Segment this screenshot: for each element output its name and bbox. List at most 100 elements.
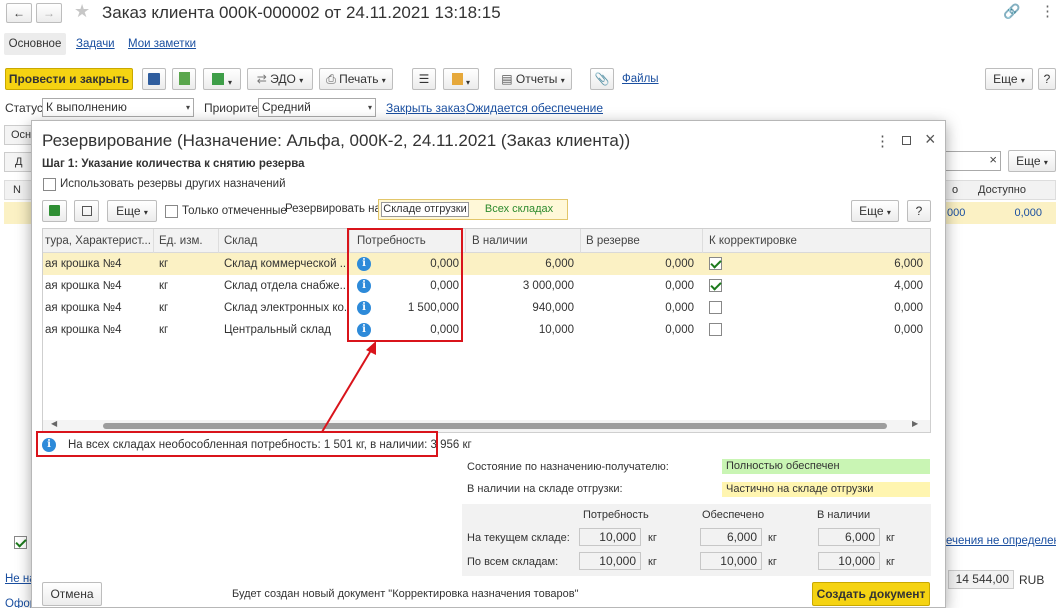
cell-item: ая крошка №4	[45, 258, 122, 270]
correct-checkbox[interactable]	[709, 301, 722, 314]
edo-button[interactable]: ⇄ ЭДО ▾	[247, 68, 313, 90]
reports-icon: ▤	[501, 72, 513, 86]
info-icon[interactable]: i	[357, 301, 371, 315]
check-all-button[interactable]	[42, 200, 67, 222]
bg-highlight-row	[4, 202, 32, 224]
info-icon[interactable]: i	[357, 257, 371, 271]
cell-stock: 10,000	[538, 324, 574, 336]
col-header-correct[interactable]: К корректировке	[709, 229, 797, 253]
bg-col-n: N	[13, 184, 21, 196]
dialog-help-button[interactable]: ?	[907, 200, 931, 222]
bg-tab[interactable]: Осн	[4, 125, 34, 145]
bg-button-d[interactable]: Д	[4, 152, 32, 172]
attach-button[interactable]: 📎	[590, 68, 614, 90]
reports-button[interactable]: ▤ Отчеты ▾	[494, 68, 572, 90]
dialog-more-button[interactable]: Еще ▾	[107, 200, 157, 222]
back-button[interactable]: ←	[6, 3, 32, 23]
structure-button[interactable]: ▾	[443, 68, 479, 90]
bg-search-field[interactable]: ×	[945, 151, 1001, 171]
info-icon[interactable]: i	[357, 323, 371, 337]
info-message: i На всех складах необособленная потребн…	[40, 434, 472, 456]
cancel-button[interactable]: Отмена	[42, 582, 102, 606]
uncheck-all-button[interactable]	[74, 200, 99, 222]
list-button[interactable]: ☰	[412, 68, 436, 90]
link-icon[interactable]: 🔗	[1003, 3, 1020, 20]
tab-tasks[interactable]: Задачи	[76, 38, 115, 50]
col-header-unit[interactable]: Ед. изм.	[159, 229, 203, 253]
star-icon[interactable]: ★	[74, 1, 90, 22]
reserve-option-all[interactable]: Всех складах	[474, 202, 564, 217]
arrow-left-icon: ←	[13, 6, 25, 20]
state-value-badge: Полностью обеспечен	[722, 459, 930, 474]
scroll-right-icon[interactable]: ▶	[912, 419, 918, 428]
clear-icon[interactable]: ×	[989, 152, 997, 167]
tab-main[interactable]: Основное	[4, 33, 66, 55]
table-row[interactable]: ая крошка №4 кг Склад электронных ко... i 1 …	[43, 297, 930, 319]
reserve-on-label: Резервировать на:	[285, 203, 385, 215]
reserve-option-shipping[interactable]: Складе отгрузки	[381, 202, 469, 217]
dialog-more-right-button[interactable]: Еще ▾	[851, 200, 899, 222]
bg-link-right[interactable]: ечения не определена	[946, 535, 1056, 547]
cell-unit: кг	[159, 280, 169, 292]
help-button[interactable]: ?	[1038, 68, 1056, 90]
bg-more-button[interactable]: Еще ▾	[1008, 150, 1056, 172]
table-row[interactable]: ая крошка №4 кг Склад коммерческой ... i 0,0…	[43, 253, 930, 275]
more-button[interactable]: Еще ▾	[985, 68, 1033, 90]
files-link[interactable]: Файлы	[622, 73, 659, 85]
forward-button[interactable]: →	[36, 3, 62, 23]
post-and-close-button[interactable]: Провести и закрыть	[5, 68, 133, 90]
col-header-item[interactable]: тура, Характерист...	[45, 229, 151, 253]
scroll-left-icon[interactable]: ◀	[51, 419, 57, 428]
maximize-icon[interactable]	[902, 136, 911, 145]
table-row[interactable]: ая крошка №4 кг Центральный склад i 0,000 10,…	[43, 319, 930, 341]
dialog-more-right-label: Еще	[859, 204, 884, 218]
edo-icon: ⇄	[256, 72, 267, 86]
info-icon[interactable]: i	[357, 279, 371, 293]
chevron-down-icon: ▾	[381, 76, 386, 85]
reserve-option-shipping-label: Складе отгрузки	[383, 203, 467, 215]
table-row[interactable]: ая крошка №4 кг Склад отдела снабже... i 0,0…	[43, 275, 930, 297]
stock-label: В наличии на складе отгрузки:	[467, 483, 623, 495]
col-header-need[interactable]: Потребность	[357, 229, 426, 253]
cell-stock: 3 000,000	[522, 280, 574, 292]
col-header-warehouse[interactable]: Склад	[224, 229, 257, 253]
summary-row-all-label: По всем складам:	[467, 556, 559, 568]
more-vert-icon[interactable]: ⋮	[1040, 2, 1055, 20]
print-button[interactable]: ⎙ Печать ▾	[319, 68, 393, 90]
bg-table-right-header: о Доступно	[945, 180, 1056, 200]
horizontal-scrollbar[interactable]: ◀ ▶	[43, 419, 930, 432]
cell-item: ая крошка №4	[45, 302, 122, 314]
correct-checkbox[interactable]	[709, 257, 722, 270]
only-marked-checkbox[interactable]	[165, 205, 178, 218]
cell-warehouse: Склад отдела снабже...	[224, 280, 346, 292]
more-vert-icon[interactable]: ⋮	[875, 132, 890, 150]
cell-correct[interactable]: 0,000	[733, 319, 923, 341]
cell-unit: кг	[159, 324, 169, 336]
cell-correct[interactable]: 6,000	[733, 253, 923, 275]
col-header-reserve[interactable]: В резерве	[586, 229, 640, 253]
cell-item: ая крошка №4	[45, 280, 122, 292]
col-header-stock[interactable]: В наличии	[472, 229, 528, 253]
status-select[interactable]: К выполнению ▾	[42, 98, 194, 117]
tab-notes[interactable]: Мои заметки	[128, 38, 196, 50]
cell-reserve: 0,000	[665, 302, 694, 314]
correct-checkbox[interactable]	[709, 279, 722, 292]
create-based-button[interactable]: ▾	[203, 68, 241, 90]
close-icon[interactable]: ×	[925, 129, 936, 150]
close-order-link[interactable]: Закрыть заказ	[386, 101, 465, 115]
correct-checkbox[interactable]	[709, 323, 722, 336]
use-other-reserves-checkbox[interactable]	[43, 178, 56, 191]
priority-select[interactable]: Средний ▾	[258, 98, 376, 117]
print-label: Печать	[339, 72, 379, 86]
cell-correct[interactable]: 4,000	[733, 275, 923, 297]
create-document-button[interactable]: Создать документ	[812, 582, 930, 606]
awaiting-supply-link[interactable]: Ожидается обеспечение	[466, 101, 603, 115]
summary-current-available: 6,000	[818, 528, 880, 546]
cell-correct[interactable]: 0,000	[733, 297, 923, 319]
post-button[interactable]	[172, 68, 196, 90]
bg-checkbox[interactable]	[14, 536, 27, 549]
save-button[interactable]	[142, 68, 166, 90]
scrollbar-thumb[interactable]	[103, 423, 887, 429]
bg-currency: RUB	[1019, 573, 1045, 587]
summary-all-available-value: 10,000	[838, 554, 875, 568]
